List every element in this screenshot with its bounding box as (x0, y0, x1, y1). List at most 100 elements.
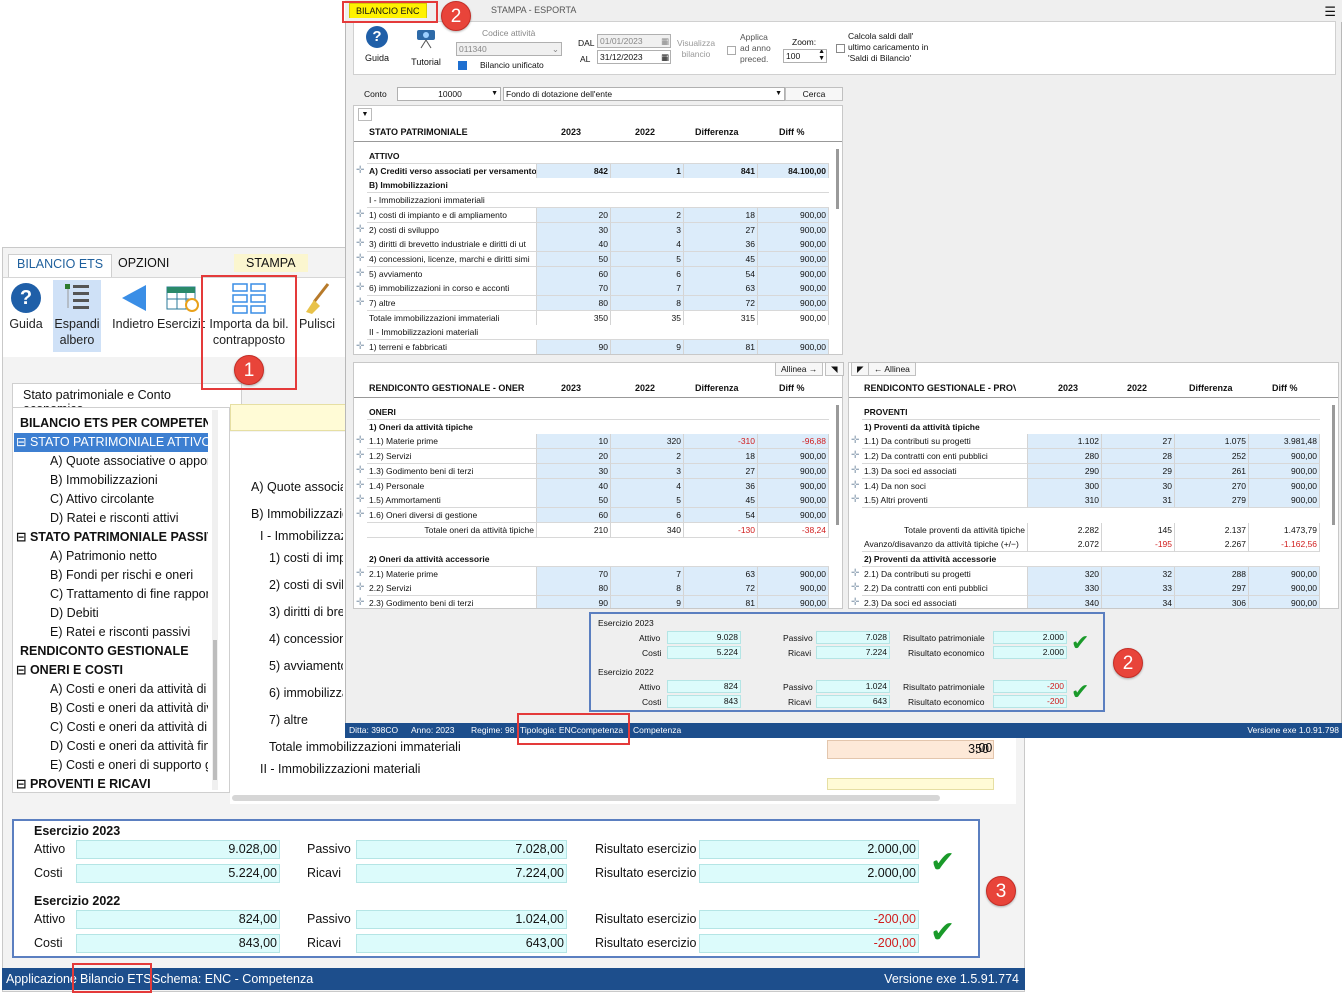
expand-left-icon[interactable]: ◤ (851, 362, 870, 376)
value-cell[interactable]: 210 (537, 522, 611, 538)
drilldown-icon[interactable]: ✛ (356, 239, 365, 249)
drilldown-icon[interactable]: ✛ (356, 568, 365, 579)
costi-field[interactable]: 5.224 (667, 646, 741, 659)
grid-column-header[interactable]: Differenza (1189, 383, 1233, 393)
value-cell[interactable]: 63 (684, 281, 758, 297)
value-cell[interactable]: 20 (537, 449, 611, 465)
hamburger-menu-icon[interactable]: ☰ (1324, 4, 1336, 20)
cerca-button[interactable]: Cerca (785, 87, 843, 101)
value-cell[interactable]: 27 (684, 222, 758, 238)
grid-column-header[interactable]: Diff % (779, 383, 805, 393)
drilldown-icon[interactable]: ✛ (851, 568, 860, 579)
value-cell[interactable]: 279 (1175, 493, 1249, 509)
value-cell[interactable]: 900,00 (758, 493, 829, 509)
value-cell[interactable]: 80 (537, 581, 611, 597)
value-cell[interactable]: 320 (611, 434, 684, 450)
value-cell[interactable]: 34 (1102, 596, 1175, 608)
value-cell[interactable]: 330 (1028, 581, 1102, 597)
value-cell[interactable]: 900,00 (758, 207, 829, 223)
tree-item[interactable]: BILANCIO ETS PER COMPETENZA (14, 414, 208, 433)
value-cell[interactable]: 84.100,00 (758, 163, 829, 179)
drilldown-icon[interactable]: ✛ (356, 165, 365, 176)
tree-expander-icon[interactable]: ⊟ (16, 530, 30, 544)
value-cell[interactable]: 10 (537, 434, 611, 450)
value-cell[interactable]: 288 (1175, 566, 1249, 582)
value-cell[interactable]: 90 (537, 340, 611, 354)
costi-field[interactable]: 5.224,00 (76, 864, 280, 883)
drilldown-icon[interactable]: ✛ (356, 268, 365, 279)
grid-column-header[interactable]: Differenza (695, 383, 739, 393)
value-cell[interactable]: 340 (1028, 596, 1102, 608)
tree-item[interactable]: C) Costi e oneri da attività di ra (14, 718, 208, 737)
tree-item[interactable]: B) Fondi per rischi e oneri (14, 566, 208, 585)
drilldown-icon[interactable]: ✛ (851, 465, 860, 476)
value-cell[interactable]: 900,00 (758, 566, 829, 582)
value-cell[interactable]: 18 (684, 449, 758, 465)
value-cell[interactable]: 50 (537, 251, 611, 267)
value-cell[interactable]: 3 (611, 463, 684, 479)
risultato-field[interactable]: -200,00 (699, 934, 919, 953)
value-cell[interactable]: 900,00 (1249, 566, 1320, 582)
tree-item[interactable]: A) Costi e oneri da attività di in (14, 680, 208, 699)
tree-item[interactable]: ⊟ ONERI E COSTI (14, 661, 208, 680)
visualizza-bilancio-button[interactable]: Visualizza bilancio (676, 38, 716, 60)
value-cell[interactable]: 300 (1028, 478, 1102, 494)
grid-column-header[interactable]: 2022 (635, 383, 655, 393)
tree-item[interactable]: C) Attivo circolante (14, 490, 208, 509)
value-cell[interactable]: 45 (684, 251, 758, 267)
grid-column-header[interactable]: STATO PATRIMONIALE (369, 127, 468, 137)
value-cell[interactable]: 290 (1028, 463, 1102, 479)
value-cell[interactable]: 7 (611, 281, 684, 297)
value-cell[interactable]: 900,00 (758, 237, 829, 253)
tree-item[interactable]: E) Ratei e risconti passivi (14, 623, 208, 642)
risultato-patrimoniale-field[interactable]: 2.000 (993, 631, 1067, 644)
value-cell[interactable]: 2 (611, 449, 684, 465)
tree-item[interactable]: C) Trattamento di fine rapport (14, 585, 208, 604)
drilldown-icon[interactable]: ✛ (356, 495, 365, 505)
tree-item[interactable]: B) Immobilizzazioni (14, 471, 208, 490)
value-cell[interactable]: 2 (611, 207, 684, 223)
value-cell[interactable]: 30 (537, 463, 611, 479)
drilldown-icon[interactable]: ✛ (356, 209, 365, 220)
drilldown-icon[interactable]: ✛ (356, 436, 365, 446)
value-cell[interactable]: -38,24 (758, 522, 829, 538)
tree-item[interactable]: ⊟ PROVENTI E RICAVI (14, 775, 208, 792)
tree-expander-icon[interactable]: ⊟ (16, 663, 30, 677)
tree-item[interactable]: ⊟ STATO PATRIMONIALE ATTIVO (14, 433, 208, 452)
risultato-field[interactable]: 2.000,00 (699, 864, 919, 883)
value-cell[interactable]: 30 (1102, 478, 1175, 494)
drilldown-icon[interactable]: ✛ (851, 495, 860, 505)
attivo-field[interactable]: 9.028,00 (76, 840, 280, 859)
value-cell[interactable]: 81 (684, 596, 758, 608)
value-cell[interactable]: -1.162,56 (1249, 537, 1320, 553)
grid-column-header[interactable]: Diff % (779, 127, 805, 137)
value-cell[interactable]: 8 (611, 581, 684, 597)
conto-select[interactable]: 10000 ▼ (397, 87, 501, 101)
value-cell[interactable]: 30 (537, 222, 611, 238)
value-cell[interactable]: 9 (611, 340, 684, 354)
value-cell[interactable]: 5 (611, 251, 684, 267)
value-cell[interactable]: 3 (611, 222, 684, 238)
value-cell[interactable]: 54 (684, 266, 758, 282)
guida-button[interactable]: ? Guida (5, 280, 47, 332)
filter-icon[interactable]: ▼ (358, 108, 372, 121)
attivo-field[interactable]: 824,00 (76, 910, 280, 929)
value-cell[interactable]: 60 (537, 507, 611, 523)
drilldown-icon[interactable]: ✛ (851, 436, 860, 446)
value-cell[interactable]: 4 (611, 237, 684, 253)
tree-expander-icon[interactable]: ⊟ (16, 777, 30, 791)
value-cell[interactable]: 900,00 (758, 310, 829, 326)
grid-column-header[interactable]: RENDICONTO GESTIONALE - ONER (369, 383, 524, 393)
espandi-albero-button[interactable]: Espandi albero (53, 280, 101, 352)
value-cell[interactable]: 5 (611, 493, 684, 509)
value-cell[interactable]: 900,00 (758, 463, 829, 479)
tree-scrollbar[interactable] (212, 410, 218, 790)
costi-field[interactable]: 843,00 (76, 934, 280, 953)
value-cell[interactable]: 900,00 (758, 281, 829, 297)
value-cell[interactable]: 2.072 (1028, 537, 1102, 553)
drilldown-icon[interactable]: ✛ (356, 224, 365, 235)
next-input-field[interactable] (827, 778, 994, 790)
drilldown-icon[interactable]: ✛ (851, 451, 860, 461)
value-cell[interactable]: 36 (684, 478, 758, 494)
drilldown-icon[interactable]: ✛ (356, 451, 365, 461)
